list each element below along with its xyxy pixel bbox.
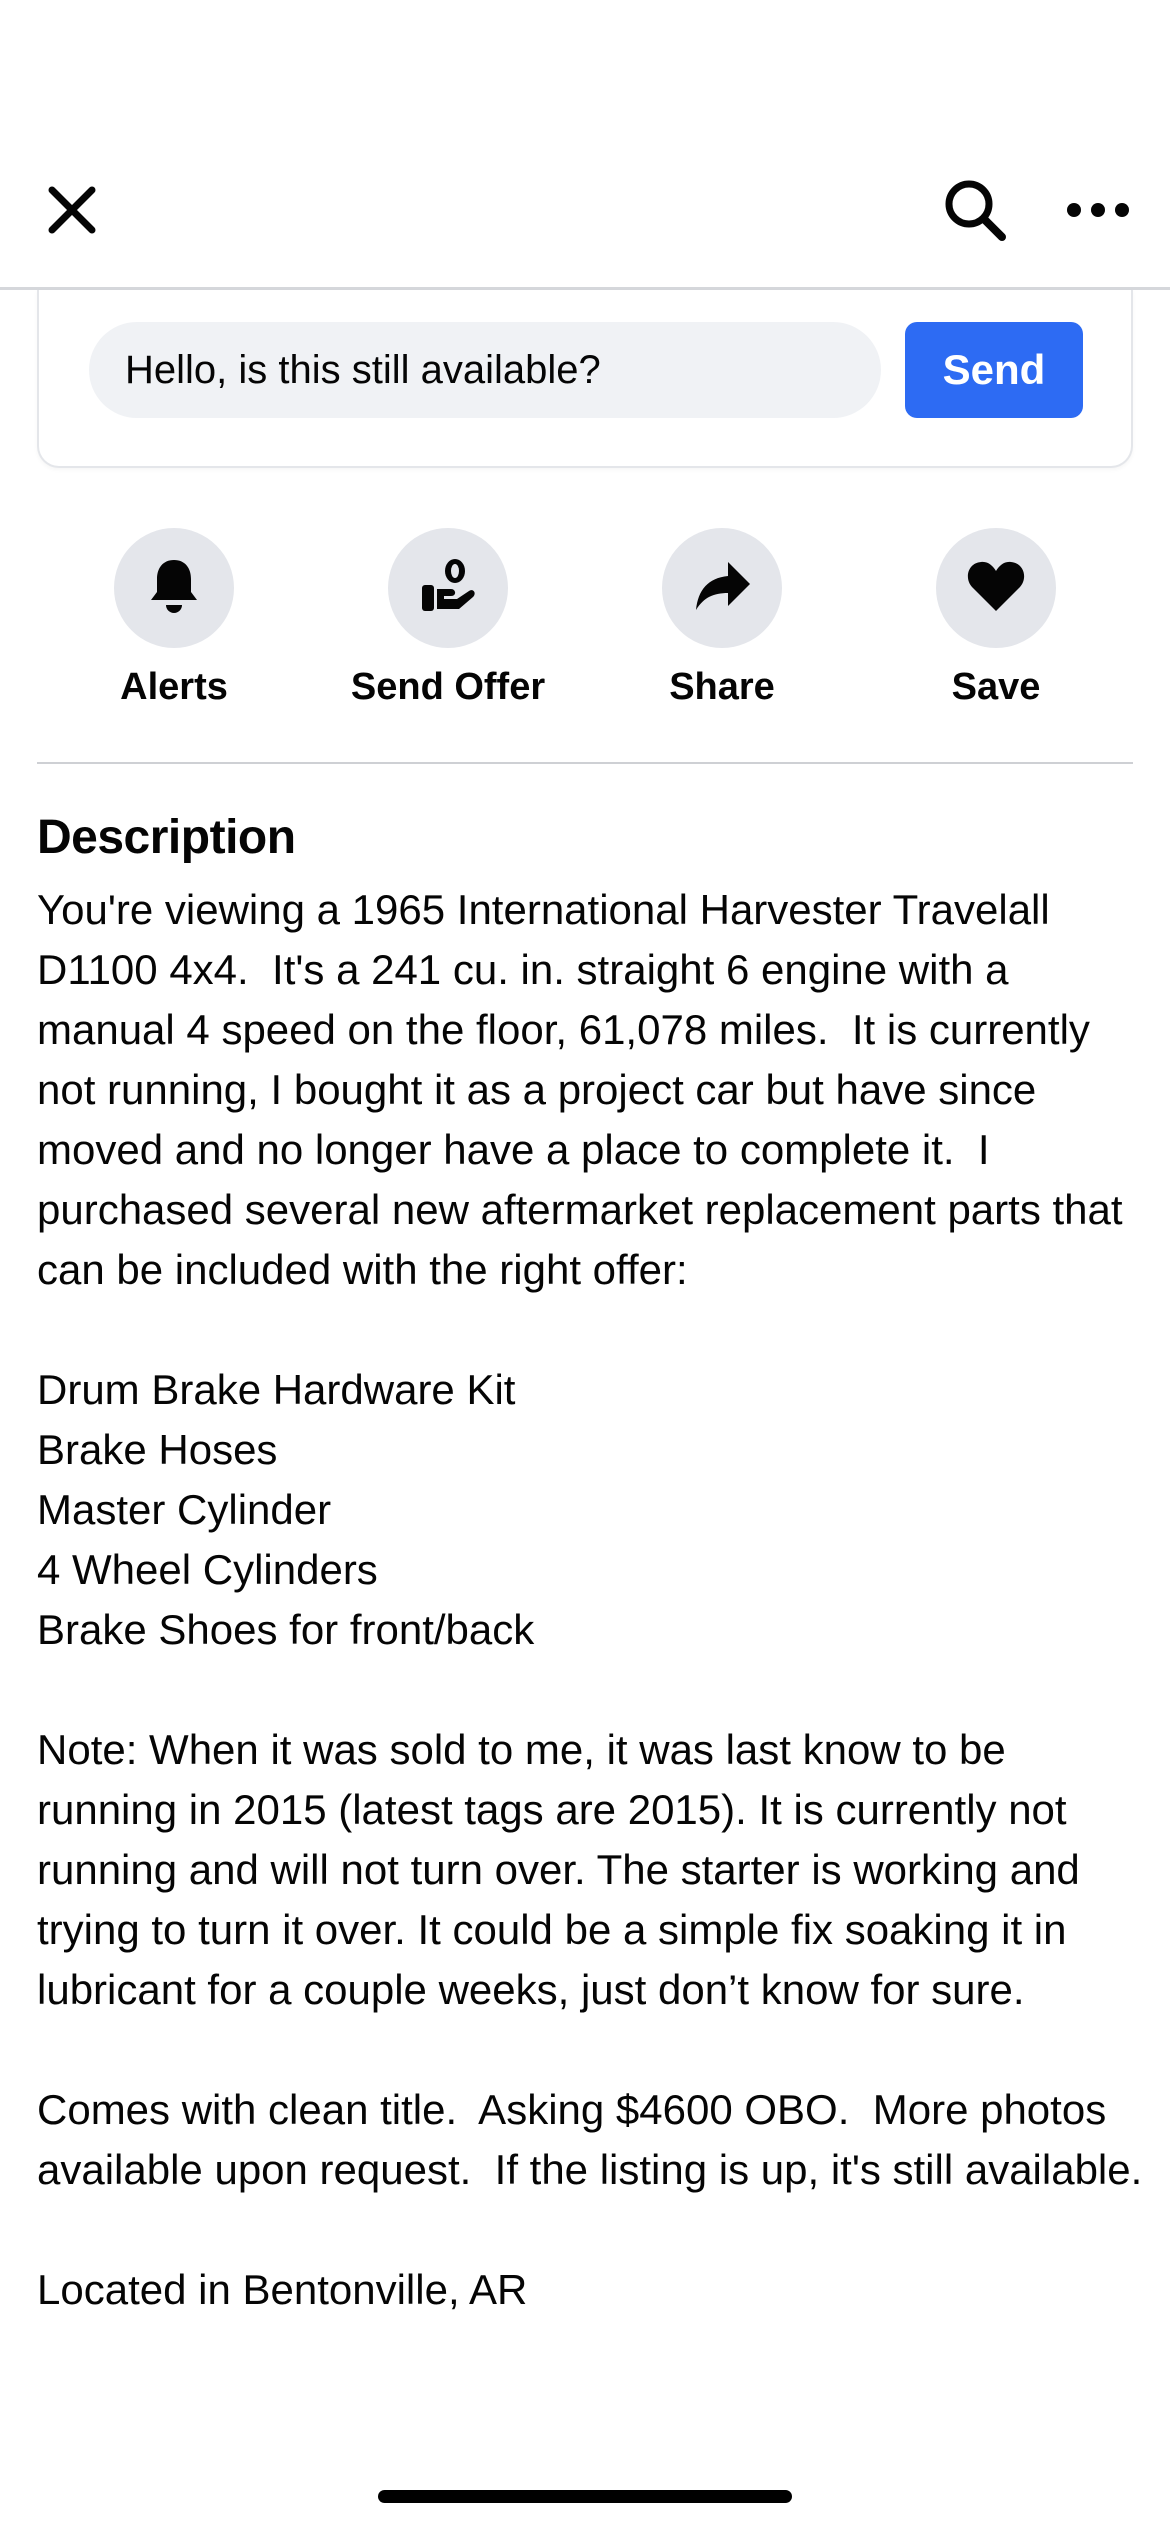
- save-button[interactable]: Save: [859, 528, 1133, 718]
- description-paragraph: Note: When it was sold to me, it was las…: [37, 1726, 1092, 2013]
- description-paragraph: You're viewing a 1965 International Harv…: [37, 886, 1135, 1293]
- close-icon: [46, 184, 98, 241]
- share-label: Share: [669, 666, 775, 708]
- description-paragraph: Comes with clean title. Asking $4600 OBO…: [37, 2086, 1143, 2193]
- alerts-icon-circle: [114, 528, 234, 648]
- message-input[interactable]: Hello, is this still available?: [89, 322, 881, 418]
- share-arrow-icon: [692, 558, 752, 619]
- bell-icon: [146, 556, 202, 621]
- alerts-label: Alerts: [120, 666, 228, 708]
- message-input-text: Hello, is this still available?: [125, 347, 601, 392]
- message-seller-card: Hello, is this still available? Send: [37, 290, 1133, 468]
- share-icon-circle: [662, 528, 782, 648]
- search-button[interactable]: [925, 162, 1025, 262]
- send-offer-label: Send Offer: [350, 666, 546, 708]
- save-label: Save: [951, 666, 1041, 708]
- search-icon: [942, 177, 1008, 248]
- alerts-button[interactable]: Alerts: [37, 528, 311, 718]
- more-horizontal-icon: [1065, 200, 1131, 225]
- location-text: Located in Bentonville, AR: [37, 2266, 528, 2313]
- status-bar: [0, 0, 1170, 140]
- description-heading: Description: [37, 811, 296, 864]
- save-icon-circle: [936, 528, 1056, 648]
- send-offer-icon-circle: [388, 528, 508, 648]
- heart-icon: [966, 559, 1026, 618]
- parts-list: Drum Brake Hardware Kit Brake Hoses Mast…: [37, 1366, 535, 1653]
- listing-actions: Alerts Send Offer Share Save: [37, 528, 1133, 718]
- send-button[interactable]: Send: [905, 322, 1083, 418]
- top-navigation-bar: [0, 140, 1170, 290]
- section-divider: [37, 762, 1133, 764]
- home-indicator[interactable]: [378, 2490, 792, 2503]
- offer-hand-icon: [417, 555, 479, 622]
- more-options-button[interactable]: [1048, 162, 1148, 262]
- send-offer-button[interactable]: Send Offer: [311, 528, 585, 718]
- description-body: You're viewing a 1965 International Harv…: [37, 880, 1147, 2320]
- close-button[interactable]: [22, 162, 122, 262]
- share-button[interactable]: Share: [585, 528, 859, 718]
